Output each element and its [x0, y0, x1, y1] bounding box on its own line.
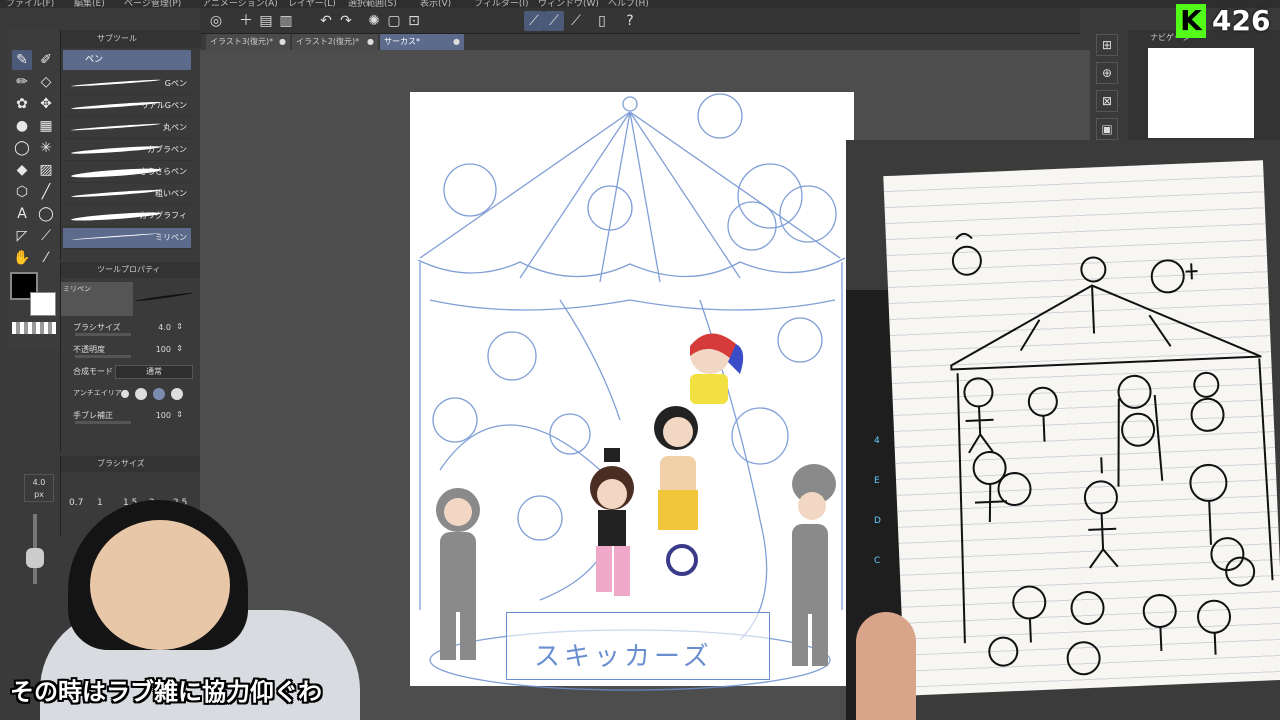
hand-image — [856, 612, 916, 720]
navigator-panel: ナビゲーター — [1128, 30, 1280, 140]
layer-icon[interactable]: ▣ — [1096, 118, 1118, 140]
subtitle-caption: その時はラブ雑に協力仰ぐわ — [10, 678, 322, 706]
right-icon-bar: ⊞ ⊕ ⊠ ▣ — [1090, 30, 1126, 140]
kick-logo-icon: K — [1176, 4, 1206, 38]
viewer-badge: K 426 — [1172, 0, 1280, 42]
streamer-face — [90, 520, 230, 650]
navigator-thumbnail[interactable] — [1148, 48, 1254, 138]
zoom-icon[interactable]: ⊕ — [1096, 62, 1118, 84]
panel-toggle-icon[interactable]: ⊞ — [1096, 34, 1118, 56]
notebook-page — [883, 160, 1280, 696]
banner-text: スキッカーズ — [534, 642, 713, 672]
viewer-count: 426 — [1212, 4, 1271, 37]
layer-property-icon[interactable]: ⊠ — [1096, 90, 1118, 112]
pen-sketch — [950, 232, 1274, 676]
